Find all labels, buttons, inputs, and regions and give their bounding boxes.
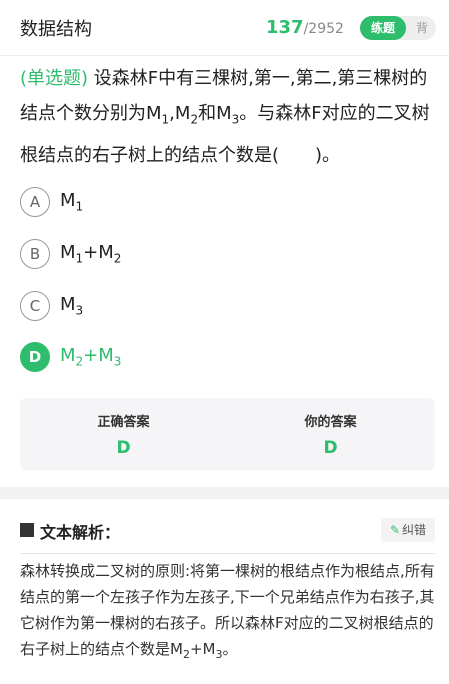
mode-memorize-button[interactable]: 背	[410, 16, 434, 40]
option-subscript: 3	[113, 354, 122, 369]
your-answer-label: 你的答案	[304, 415, 357, 430]
question-counter: 137/2952	[266, 17, 344, 38]
counter-total: 2952	[308, 21, 344, 37]
question-part: 和M	[198, 103, 232, 124]
option-text: M2+M3	[60, 345, 121, 369]
option-subscript: 2	[113, 251, 122, 266]
option-letter: D	[20, 342, 50, 372]
option-letter: B	[20, 239, 50, 269]
option-part: M	[60, 345, 76, 366]
correct-answer-value: D	[116, 438, 131, 458]
option-part: +	[83, 242, 99, 263]
analysis-divider	[20, 553, 435, 554]
square-icon	[20, 523, 34, 537]
answer-panel: 正确答案 D 你的答案 D	[20, 398, 435, 470]
your-answer: 你的答案 D	[227, 411, 434, 458]
analysis-part: 。	[222, 640, 238, 658]
section-divider	[0, 487, 449, 499]
option-part: M	[60, 242, 76, 263]
option-subscript: 1	[75, 199, 84, 214]
analysis-subscript: 2	[182, 648, 190, 661]
analysis-title: 文本解析：	[40, 523, 121, 542]
option-part: M	[98, 345, 114, 366]
option-letter: A	[20, 187, 50, 217]
mode-practice-button[interactable]: 练题	[360, 16, 406, 40]
analysis-part: +M	[189, 640, 216, 658]
option-b[interactable]: B M1+M2	[20, 239, 320, 273]
top-header: 数据结构 137/2952 练题 背	[0, 0, 449, 56]
subject-title: 数据结构	[20, 19, 92, 40]
question-subscript: 2	[190, 112, 199, 127]
option-text: M1	[60, 190, 83, 214]
option-part: M	[60, 190, 76, 211]
report-error-button[interactable]: ✎ 纠错	[381, 518, 435, 542]
counter-current: 137	[266, 17, 304, 38]
option-part: +	[83, 345, 99, 366]
mode-toggle[interactable]: 练题 背	[360, 16, 436, 40]
correct-answer: 正确答案 D	[20, 411, 227, 458]
your-answer-value: D	[323, 438, 338, 458]
report-error-label: 纠错	[402, 523, 427, 537]
option-d[interactable]: D M2+M3	[20, 342, 320, 376]
option-text: M1+M2	[60, 242, 121, 266]
option-c[interactable]: C M3	[20, 291, 320, 325]
option-part: M	[98, 242, 114, 263]
question-text: (单选题) 设森林F中有三棵树,第一,第二,第三棵树的结点个数分别为M1,M2和…	[20, 61, 438, 173]
option-letter: C	[20, 291, 50, 321]
question-part: ,M	[169, 103, 191, 124]
analysis-text: 森林转换成二叉树的原则:将第一棵树的根结点作为根结点,所有结点的第一个左孩子作为…	[20, 558, 435, 668]
option-part: M	[60, 294, 76, 315]
correct-answer-label: 正确答案	[97, 415, 150, 430]
option-a[interactable]: A M1	[20, 187, 320, 221]
option-text: M3	[60, 294, 83, 318]
question-type: (单选题)	[20, 68, 89, 89]
pen-icon: ✎	[389, 523, 401, 537]
option-subscript: 3	[75, 303, 84, 318]
